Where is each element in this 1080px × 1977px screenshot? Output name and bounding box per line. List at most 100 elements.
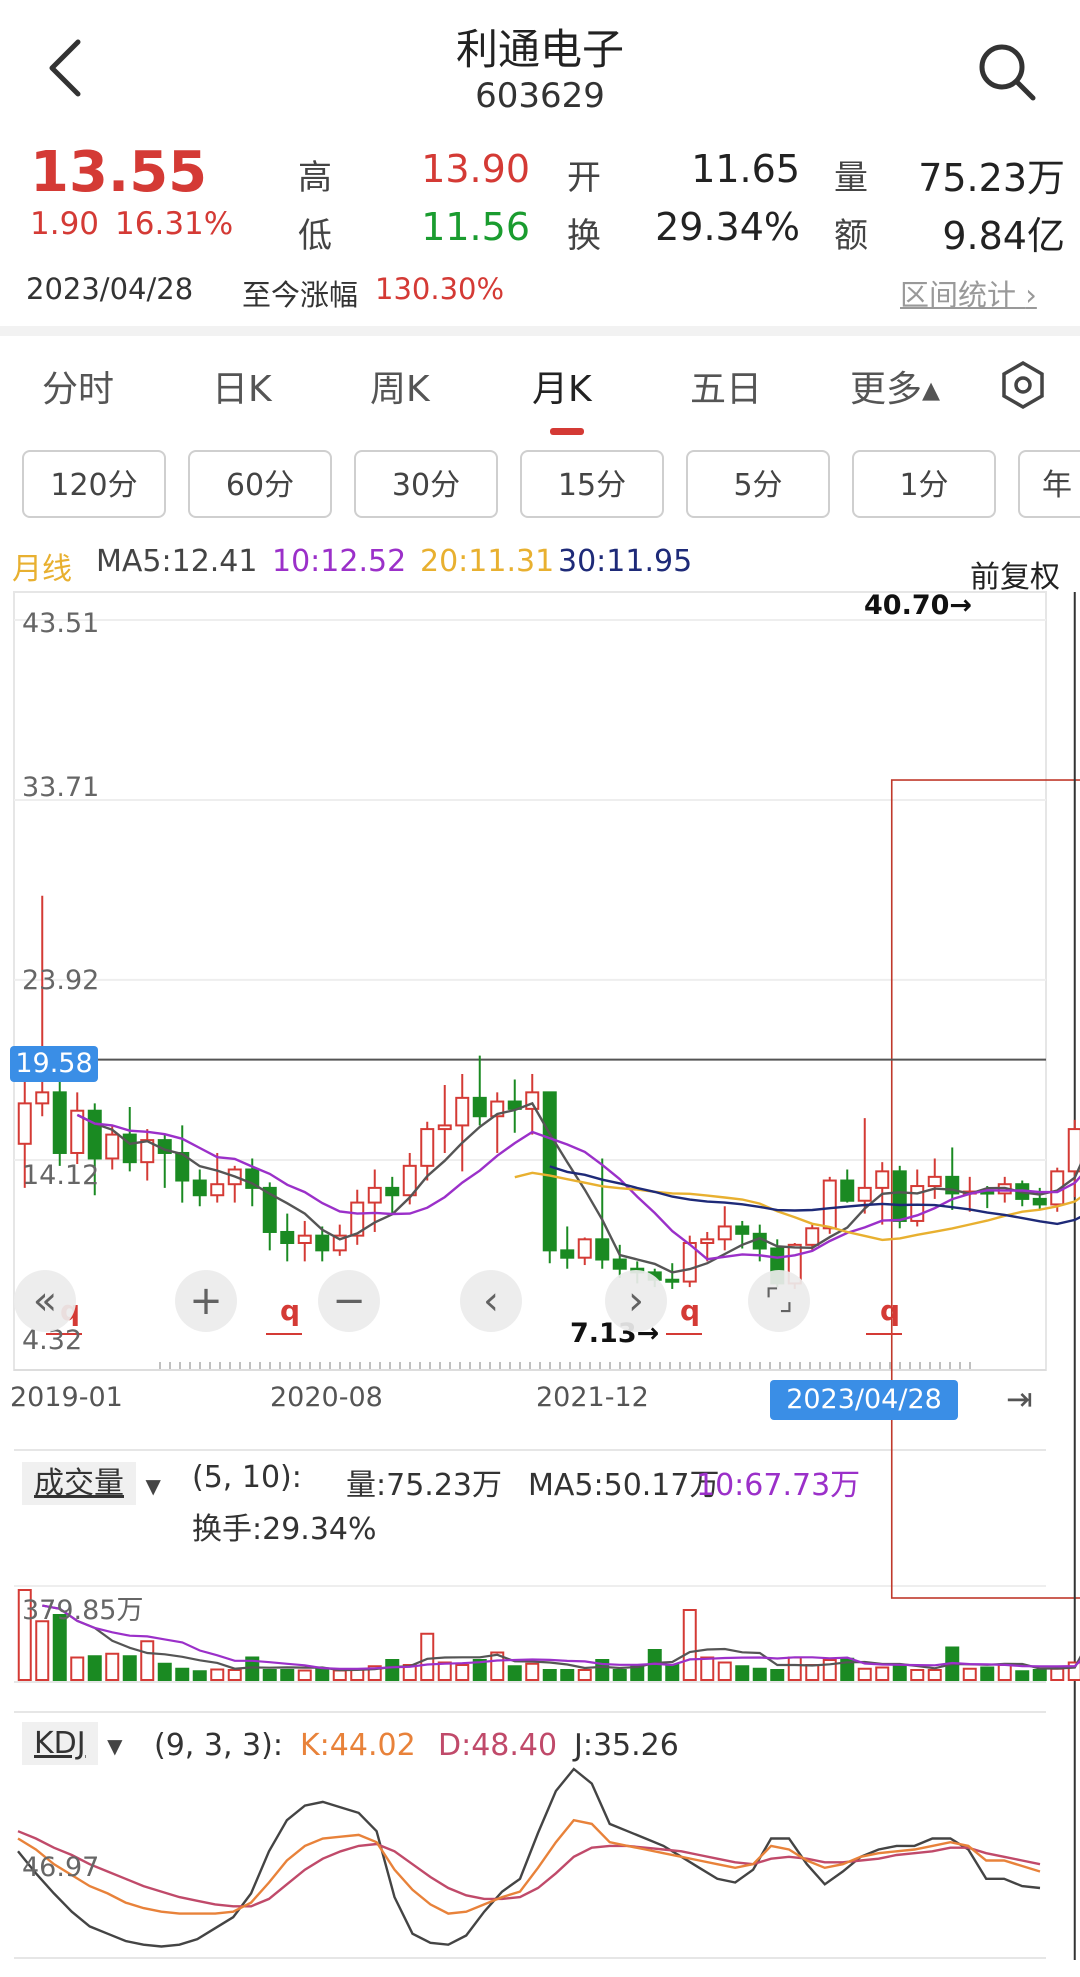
tab-monthly-k[interactable]: 月K [532,360,592,412]
period-5min[interactable]: 5分 [686,450,830,518]
tab-more[interactable]: 更多▴ [850,360,940,412]
volume-ma10-text: 10:67.73万 [696,1468,861,1503]
y-tick-3: 23.92 [22,965,100,996]
candle-up [1067,1128,1080,1173]
candle-down [472,1096,487,1118]
candle-up [367,1186,382,1204]
candle-down [52,1091,67,1154]
kdj-y-tick: 46.97 [22,1852,100,1883]
kdj-indicator-label: KDJ [22,1722,98,1765]
volume-bar-down [1032,1669,1047,1681]
volume-bar-up [700,1656,715,1681]
tab-daily-k[interactable]: 日K [212,360,272,412]
candle-up [525,1091,540,1110]
range-stats-link[interactable]: 区间统计 › [900,272,1037,314]
volume-bar-down [892,1664,907,1681]
tab-weekly-k[interactable]: 周K [370,360,430,412]
candle-down [315,1234,330,1252]
candle-up [420,1128,435,1167]
period-120min[interactable]: 120分 [22,450,166,518]
candle-down [595,1238,610,1261]
candle-down [280,1230,295,1244]
open-label: 开 [567,158,601,198]
ma10-line [76,1113,1080,1261]
open-value: 11.65 [691,147,800,191]
low-label: 低 [298,216,332,256]
volume-bar-up [997,1664,1012,1681]
volume-bar-up [455,1664,470,1681]
volume-bar-down [262,1669,277,1681]
settings-hexagon-icon[interactable] [998,360,1048,410]
volume-y-tick: 379.85万 [22,1595,144,1626]
kdj-k-line [17,1818,1041,1915]
volume-bar-up [927,1669,942,1681]
candle-up [927,1175,942,1188]
x-label-3: 2021-12 [536,1382,649,1413]
volume-bar-up [717,1661,732,1681]
candle-up [822,1179,837,1230]
ma30-line [549,1165,1080,1226]
volume-value: 75.23万 [918,156,1065,200]
candle-up [35,1091,50,1105]
low-value: 11.56 [421,205,530,249]
volume-bar-down [735,1665,750,1681]
period-year[interactable]: 年 [1018,450,1080,518]
volume-bar-up [787,1656,802,1681]
change-amount: 1.90 [30,206,100,242]
period-1min[interactable]: 1分 [852,450,996,518]
kdj-d-text: D:48.40 [438,1728,558,1763]
volume-bar-down [87,1655,102,1681]
volume-bar-down [560,1669,575,1681]
period-30min[interactable]: 30分 [354,450,498,518]
candle-up [105,1133,120,1160]
turnover-rate-text: 换手:29.34% [192,1512,377,1547]
pan-left-icon[interactable]: ‹ [460,1270,522,1332]
search-icon[interactable] [975,40,1039,104]
volume-bar-down [385,1659,400,1681]
candle-down [1032,1197,1047,1206]
volume-bar-up [297,1669,312,1681]
ma20-value: 20:11.31 [420,544,555,579]
tab-five-day[interactable]: 五日 [690,360,762,412]
zoom-in-icon[interactable]: + [175,1270,237,1332]
candle-down [385,1186,400,1197]
kdj-indicator-select[interactable]: KDJ ▼ [22,1722,123,1765]
kline-chart[interactable]: qqqq [0,590,1080,1977]
candle-down [87,1109,102,1160]
period-60min[interactable]: 60分 [188,450,332,518]
amount-value: 9.84亿 [942,214,1065,258]
volume-bar-up [70,1656,85,1681]
volume-indicator-select[interactable]: 成交量 ▼ [22,1458,161,1505]
high-label: 高 [298,158,332,198]
volume-bar-up [525,1662,540,1681]
volume-bar-up [140,1640,155,1681]
price-change: 1.90 16.31% [30,206,249,242]
period-15min[interactable]: 15分 [520,450,664,518]
volume-bar-down [122,1655,137,1681]
rewind-icon[interactable]: « [14,1270,76,1332]
zoom-out-icon[interactable]: − [318,1270,380,1332]
candle-down [122,1133,137,1164]
turnover-value: 29.34% [655,205,800,249]
y-tick-1: 43.51 [22,608,100,639]
fullscreen-icon[interactable]: ⌜⌟ [748,1270,810,1332]
volume-bar-down [770,1669,785,1681]
tab-intraday[interactable]: 分时 [42,360,114,412]
volume-bar-up [420,1632,435,1681]
volume-bar-down [280,1669,295,1681]
pan-right-icon[interactable]: › [605,1270,667,1332]
ma30-value: 30:11.95 [558,544,693,579]
stock-name: 利通电子 [455,25,624,74]
candle-down [892,1170,907,1222]
ma-label: 月线 [12,552,72,587]
volume-bar-down [157,1662,172,1681]
jump-to-latest-icon[interactable]: ⇥ [1006,1380,1033,1418]
volume-ma5-text: MA5:50.17万 [528,1468,720,1503]
volume-bar-down [175,1667,190,1681]
signal-marker-q: q [880,1294,900,1327]
candle-up [717,1225,732,1241]
volume-bar-up [332,1669,347,1681]
kdj-k-text: K:44.02 [300,1728,416,1763]
volume-bar-up [910,1669,925,1681]
ma10-value: 10:12.52 [272,544,407,579]
